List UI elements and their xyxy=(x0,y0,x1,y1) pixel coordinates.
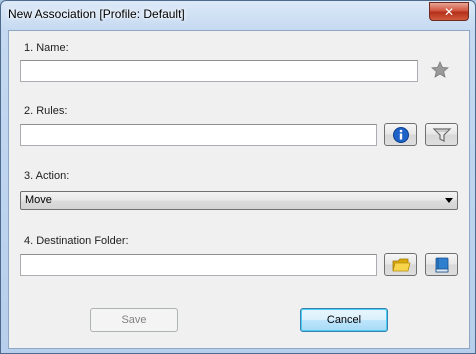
name-label: 1. Name: xyxy=(24,42,69,54)
star-icon[interactable] xyxy=(430,60,450,80)
library-button[interactable] xyxy=(425,253,458,276)
rules-label: 2. Rules: xyxy=(24,105,68,117)
close-icon: ✕ xyxy=(443,4,455,19)
rules-input[interactable] xyxy=(20,124,377,146)
destination-input[interactable] xyxy=(20,254,377,276)
action-label: 3. Action: xyxy=(24,170,70,182)
title-bar[interactable]: New Association [Profile: Default] ✕ xyxy=(1,1,475,29)
rules-info-button[interactable] xyxy=(384,123,417,146)
info-icon xyxy=(392,126,409,143)
action-select[interactable]: Move xyxy=(20,191,458,210)
save-button[interactable]: Save xyxy=(90,308,178,332)
close-button[interactable]: ✕ xyxy=(429,2,469,21)
browse-folder-button[interactable] xyxy=(384,253,417,276)
cancel-button[interactable]: Cancel xyxy=(300,308,388,332)
chevron-down-icon xyxy=(445,198,453,203)
book-icon xyxy=(435,257,448,272)
action-selected-value: Move xyxy=(25,194,52,206)
dialog-window: New Association [Profile: Default] ✕ 1. … xyxy=(0,0,476,354)
folder-icon xyxy=(391,258,411,271)
destination-label: 4. Destination Folder: xyxy=(24,235,129,247)
name-input[interactable] xyxy=(20,60,418,82)
window-title: New Association [Profile: Default] xyxy=(8,7,185,21)
rules-filter-button[interactable] xyxy=(425,123,458,146)
dialog-body: 1. Name: 2. Rules: 3. Action: Move 4. De… xyxy=(8,30,470,349)
filter-icon xyxy=(432,127,451,142)
